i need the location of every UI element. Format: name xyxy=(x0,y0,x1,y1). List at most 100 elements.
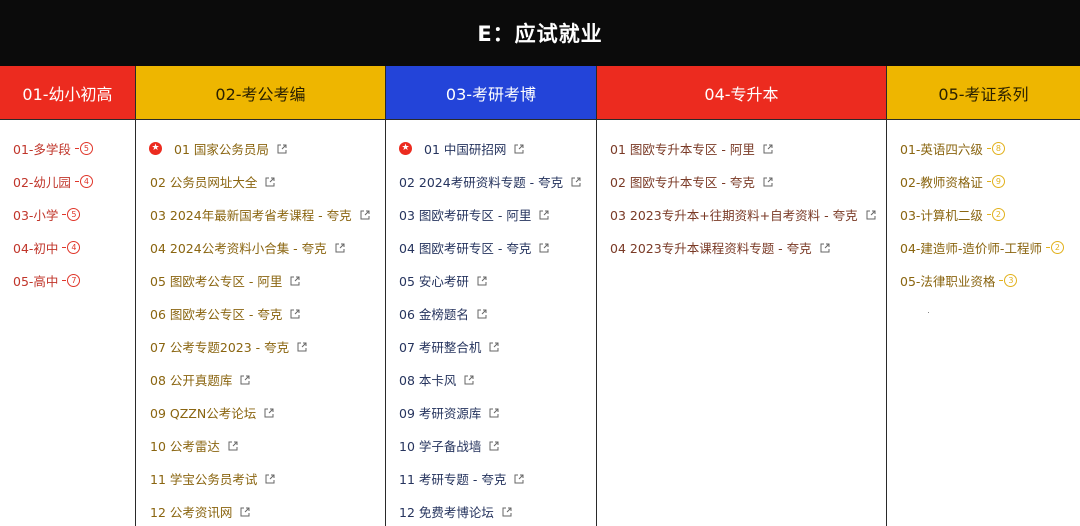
list-item[interactable]: 10 学子备战墙 xyxy=(386,429,596,462)
column-certificates: 05-考证系列 01-英语四六级 8 02-教师资格证 9 03-计算机二级 2… xyxy=(887,66,1080,526)
star-icon: ★ xyxy=(149,142,162,155)
item-label: 08 本卡风 xyxy=(399,373,457,388)
list-item[interactable]: 08 本卡风 xyxy=(386,363,596,396)
list-item[interactable]: 04-建造师-造价师-工程师 2 xyxy=(887,231,1080,264)
item-label: 10 公考雷达 xyxy=(150,439,220,454)
external-link-icon xyxy=(489,441,499,450)
list-item[interactable]: 03 2023专升本+往期资料+自考资料 - 夸克 xyxy=(597,198,886,231)
list-item[interactable]: 02-幼儿园 4 xyxy=(0,165,135,198)
item-label: 07 考研整合机 xyxy=(399,340,482,355)
external-link-icon xyxy=(240,507,250,516)
external-link-icon xyxy=(335,243,345,252)
list-item[interactable]: 09 QZZN公考论坛 xyxy=(136,396,385,429)
item-label: 05 安心考研 xyxy=(399,274,469,289)
external-link-icon xyxy=(360,210,370,219)
list-item[interactable]: 06 金榜题名 xyxy=(386,297,596,330)
external-link-icon xyxy=(240,375,250,384)
list-item[interactable]: 03-小学 5 xyxy=(0,198,135,231)
list-item[interactable]: 02 图欧专升本专区 - 夸克 xyxy=(597,165,886,198)
item-label: 01-英语四六级 xyxy=(900,142,983,157)
external-link-icon xyxy=(265,177,275,186)
external-link-icon xyxy=(489,342,499,351)
item-label: 06 金榜题名 xyxy=(399,307,469,322)
category-grid: 01-幼小初高 01-多学段 5 02-幼儿园 4 03-小学 5 04-初中 … xyxy=(0,66,1080,526)
external-link-icon xyxy=(464,375,474,384)
list-item[interactable]: 05-法律职业资格 3 xyxy=(887,264,1080,297)
list-item[interactable]: 11 考研专题 - 夸克 xyxy=(386,462,596,495)
item-label: 05-高中 xyxy=(13,274,59,289)
item-label: 04 2024公考资料小合集 - 夸克 xyxy=(150,241,327,256)
list-item[interactable]: 04 图欧考研专区 - 夸克 xyxy=(386,231,596,264)
list-item[interactable]: 10 公考雷达 xyxy=(136,429,385,462)
external-link-icon xyxy=(502,507,512,516)
list-item[interactable]: 12 免费考博论坛 xyxy=(386,495,596,526)
list-item[interactable]: 08 公开真题库 xyxy=(136,363,385,396)
list-item[interactable]: 05-高中 7 xyxy=(0,264,135,297)
list-item[interactable]: 03 图欧考研专区 - 阿里 xyxy=(386,198,596,231)
star-icon: ★ xyxy=(399,142,412,155)
list-item[interactable]: 01 图欧专升本专区 - 阿里 xyxy=(597,132,886,165)
external-link-icon xyxy=(290,309,300,318)
list-item[interactable]: 05 图欧考公专区 - 阿里 xyxy=(136,264,385,297)
count-badge: 4 xyxy=(74,175,93,188)
list-item[interactable]: ★ 01 中国研招网 xyxy=(386,132,596,165)
external-link-icon xyxy=(477,276,487,285)
column-civil-service: 02-考公考编 ★ 01 国家公务员局 02 公务员网址大全 03 2024年最… xyxy=(136,66,386,526)
list-item[interactable]: 01-英语四六级 8 xyxy=(887,132,1080,165)
list-item[interactable]: 12 公考资讯网 xyxy=(136,495,385,526)
column-graduate-exams: 03-考研考博 ★ 01 中国研招网 02 2024考研资料专题 - 夸克 03… xyxy=(386,66,597,526)
external-link-icon xyxy=(514,474,524,483)
item-label: 05 图欧考公专区 - 阿里 xyxy=(150,274,283,289)
external-link-icon xyxy=(297,342,307,351)
column-header: 02-考公考编 xyxy=(136,66,385,120)
item-label: 08 公开真题库 xyxy=(150,373,233,388)
list-item[interactable]: 04-初中 4 xyxy=(0,231,135,264)
list-item[interactable]: 06 图欧考公专区 - 夸克 xyxy=(136,297,385,330)
external-link-icon xyxy=(489,408,499,417)
list-item[interactable]: 01-多学段 5 xyxy=(0,132,135,165)
list-item[interactable]: 03 2024年最新国考省考课程 - 夸克 xyxy=(136,198,385,231)
list-item[interactable]: ★ 01 国家公务员局 xyxy=(136,132,385,165)
list-item[interactable]: 11 学宝公务员考试 xyxy=(136,462,385,495)
item-label: 03-计算机二级 xyxy=(900,208,983,223)
list-item[interactable]: 04 2023专升本课程资料专题 - 夸克 xyxy=(597,231,886,264)
count-badge: 2 xyxy=(986,208,1005,221)
list-item[interactable]: 09 考研资源库 xyxy=(386,396,596,429)
external-link-icon xyxy=(820,243,830,252)
item-label: 12 公考资讯网 xyxy=(150,505,233,520)
list-item[interactable]: 04 2024公考资料小合集 - 夸克 xyxy=(136,231,385,264)
external-link-icon xyxy=(228,441,238,450)
list-item[interactable]: 02 公务员网址大全 xyxy=(136,165,385,198)
external-link-icon xyxy=(514,144,524,153)
external-link-icon xyxy=(866,210,876,219)
item-label: 12 免费考博论坛 xyxy=(399,505,494,520)
item-label: 03-小学 xyxy=(13,208,59,223)
item-label: 04-初中 xyxy=(13,241,59,256)
list-item[interactable]: 02-教师资格证 9 xyxy=(887,165,1080,198)
column-header: 01-幼小初高 xyxy=(0,66,135,120)
decorative-dot xyxy=(928,312,929,313)
count-badge: 4 xyxy=(62,241,81,254)
column-header: 04-专升本 xyxy=(597,66,886,120)
external-link-icon xyxy=(539,210,549,219)
item-label: 01 中国研招网 xyxy=(424,142,507,157)
item-label: 02 公务员网址大全 xyxy=(150,175,258,190)
count-badge: 5 xyxy=(62,208,81,221)
item-label: 05-法律职业资格 xyxy=(900,274,996,289)
item-label: 04 图欧考研专区 - 夸克 xyxy=(399,241,532,256)
list-item[interactable]: 02 2024考研资料专题 - 夸克 xyxy=(386,165,596,198)
list-item[interactable]: 03-计算机二级 2 xyxy=(887,198,1080,231)
list-item[interactable]: 07 考研整合机 xyxy=(386,330,596,363)
external-link-icon xyxy=(265,474,275,483)
list-item[interactable]: 07 公考专题2023 - 夸克 xyxy=(136,330,385,363)
item-label: 02-幼儿园 xyxy=(13,175,71,190)
item-label: 03 2023专升本+往期资料+自考资料 - 夸克 xyxy=(610,208,858,223)
column-upgrade-to-bachelor: 04-专升本 01 图欧专升本专区 - 阿里 02 图欧专升本专区 - 夸克 0… xyxy=(597,66,887,526)
item-label: 01 图欧专升本专区 - 阿里 xyxy=(610,142,755,157)
item-label: 01-多学段 xyxy=(13,142,71,157)
column-header: 05-考证系列 xyxy=(887,66,1080,120)
item-label: 11 学宝公务员考试 xyxy=(150,472,258,487)
list-item[interactable]: 05 安心考研 xyxy=(386,264,596,297)
column-header: 03-考研考博 xyxy=(386,66,596,120)
item-label: 11 考研专题 - 夸克 xyxy=(399,472,507,487)
